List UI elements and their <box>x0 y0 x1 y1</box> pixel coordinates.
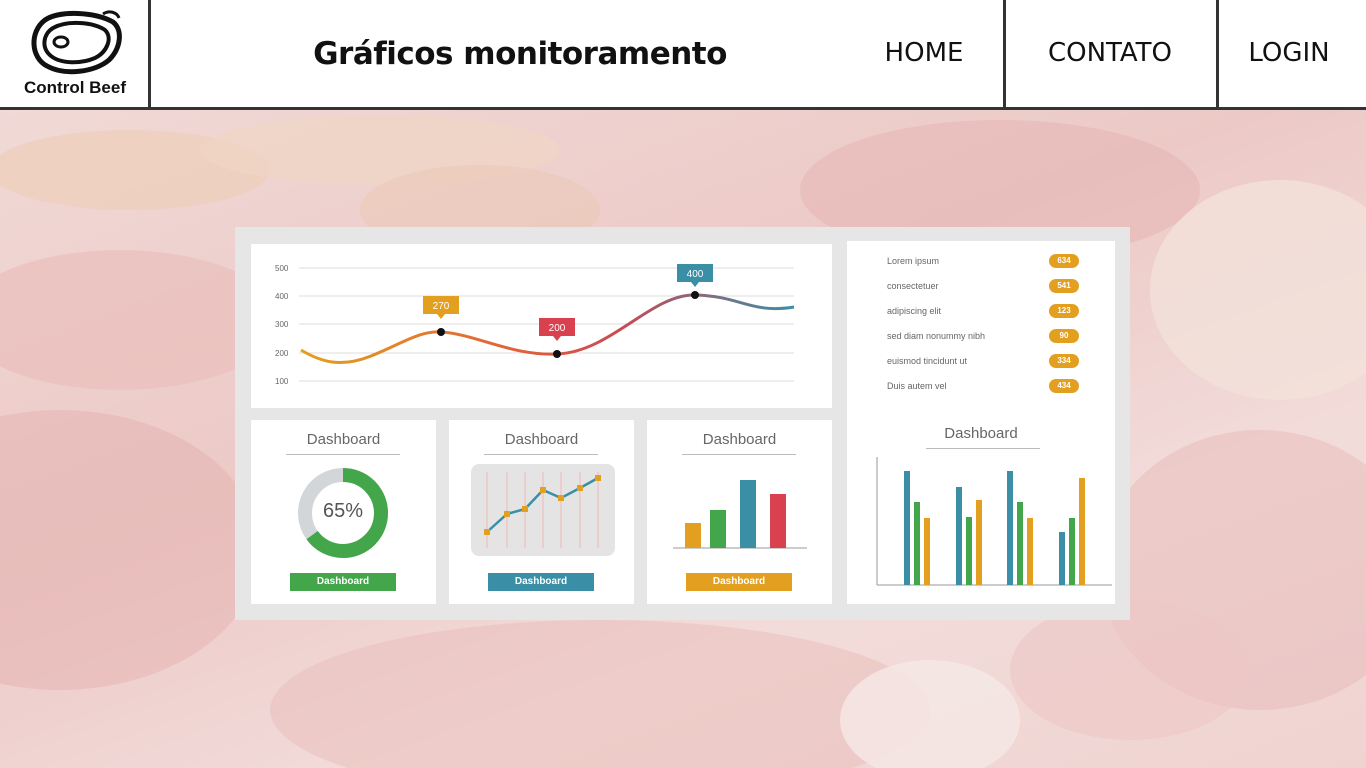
list-item: adipiscing elit 123 <box>887 304 1087 320</box>
y-tick: 400 <box>275 292 289 301</box>
dashboard-button[interactable]: Dashboard <box>290 573 396 591</box>
callout-label: 200 <box>549 323 566 334</box>
steak-logo-icon <box>31 10 122 75</box>
page-title: Gráficos monitoramento <box>313 36 727 72</box>
y-tick: 200 <box>275 349 289 358</box>
list-item: consectetuer 541 <box>887 279 1087 295</box>
nav-home[interactable]: HOME <box>860 38 988 68</box>
donut-card: Dashboard 65% Dashboard <box>251 420 436 604</box>
list-item-label: consectetuer <box>887 281 939 291</box>
card-title: Dashboard <box>306 431 381 448</box>
top-header: Control Beef Gráficos monitoramento HOME… <box>0 0 1366 110</box>
list-item-label: adipiscing elit <box>887 306 942 316</box>
y-tick: 100 <box>275 377 289 386</box>
mini-line-chart <box>471 464 615 556</box>
nav-divider <box>1003 0 1006 110</box>
list-item-label: Duis autem vel <box>887 381 947 391</box>
callout-label: 270 <box>433 301 450 312</box>
list-item: sed diam nonummy nibh 90 <box>887 329 1087 345</box>
value-badge: 434 <box>1049 379 1079 393</box>
data-point <box>437 328 445 336</box>
mini-bar-chart <box>673 480 807 549</box>
mini-bar-card: Dashboard Dashboard <box>647 420 832 604</box>
value-badge: 90 <box>1049 329 1079 343</box>
list-item: euismod tincidunt ut 334 <box>887 354 1087 370</box>
list-item-label: Lorem ipsum <box>887 256 940 266</box>
header-divider <box>148 0 151 110</box>
mini-line-card: Dashboard Dashboard <box>449 420 634 604</box>
logo[interactable]: Control Beef <box>0 0 150 108</box>
logo-text: Control Beef <box>24 78 126 97</box>
nav-login[interactable]: LOGIN <box>1230 38 1348 68</box>
dashboard-button[interactable]: Dashboard <box>686 573 792 591</box>
value-badge: 634 <box>1049 254 1079 268</box>
data-point <box>691 291 699 299</box>
y-tick: 300 <box>275 320 289 329</box>
data-point <box>553 350 561 358</box>
grouped-bar-chart <box>876 457 1112 586</box>
callout-label: 400 <box>687 269 704 280</box>
card-title: Dashboard <box>702 431 777 448</box>
list-item-label: euismod tincidunt ut <box>887 356 968 366</box>
value-badge: 334 <box>1049 354 1079 368</box>
card-title: Dashboard <box>944 425 1018 442</box>
y-tick: 500 <box>275 264 289 273</box>
donut-value: 65% <box>322 500 364 522</box>
card-title: Dashboard <box>504 431 579 448</box>
list-item-label: sed diam nonummy nibh <box>887 331 986 341</box>
dashboard-button[interactable]: Dashboard <box>488 573 594 591</box>
list-item: Lorem ipsum 634 <box>887 254 1087 270</box>
list-item: Duis autem vel 434 <box>887 379 1087 395</box>
nav-divider <box>1216 0 1219 110</box>
legend-card: Lorem ipsum 634 consectetuer 541 adipiscin… <box>847 241 1115 604</box>
line-chart: 500 400 300 200 100 270 200 400 <box>275 264 795 386</box>
value-badge: 541 <box>1049 279 1079 293</box>
nav-contato[interactable]: CONTATO <box>1020 38 1200 68</box>
line-chart-card: 500 400 300 200 100 270 200 400 <box>251 244 832 408</box>
value-badge: 123 <box>1049 304 1079 318</box>
dashboard-image: 500 400 300 200 100 270 200 400 Lorem ip… <box>235 227 1130 620</box>
